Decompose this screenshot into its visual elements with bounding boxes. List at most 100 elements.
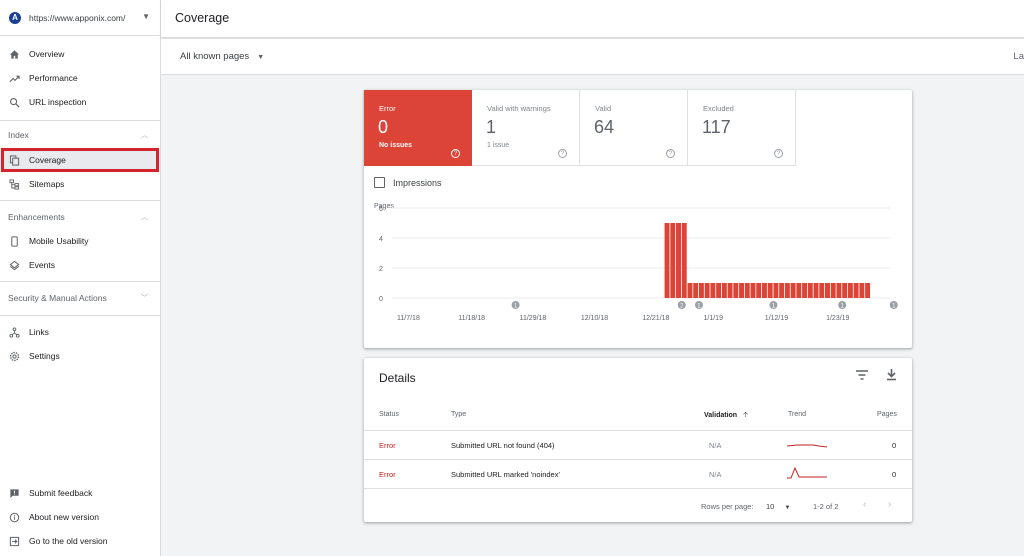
bar[interactable] xyxy=(830,283,836,298)
bar[interactable] xyxy=(750,283,756,298)
bar[interactable] xyxy=(836,283,842,298)
sidebar-item-label: About new version xyxy=(29,512,99,522)
impressions-checkbox[interactable]: Impressions xyxy=(374,177,442,188)
rows-per-page-select[interactable]: 10 ▼ xyxy=(766,502,790,511)
bar[interactable] xyxy=(865,283,871,298)
bar[interactable] xyxy=(716,283,722,298)
stat-label: Valid xyxy=(595,104,612,113)
sidebar-item-events[interactable]: Events xyxy=(0,253,160,277)
caret-down-icon: ▼ xyxy=(784,505,791,511)
y-tick-label: 6 xyxy=(379,206,383,213)
sidebar-item-performance[interactable]: Performance xyxy=(0,66,160,90)
chevron-up-icon: ︿ xyxy=(141,132,148,139)
column-pages: Pages xyxy=(877,411,897,418)
help-icon[interactable]: ? xyxy=(451,149,460,158)
sidebar-item-about-new-version[interactable]: About new version xyxy=(0,505,160,529)
highlight-box xyxy=(1,148,159,172)
help-icon[interactable]: ? xyxy=(666,149,675,158)
y-axis-title: Pages xyxy=(374,203,394,210)
sidebar-item-url-inspection[interactable]: URL inspection xyxy=(0,90,160,114)
sidebar-item-overview[interactable]: Overview xyxy=(0,42,160,66)
row-pages: 0 xyxy=(892,470,897,479)
bar[interactable] xyxy=(784,283,790,298)
feedback-icon xyxy=(10,488,19,498)
filter-icon[interactable] xyxy=(856,370,868,380)
column-validation[interactable]: Validation 🡡 xyxy=(704,411,748,422)
section-index[interactable]: Index ︿ xyxy=(0,123,160,147)
stat-label: Error xyxy=(379,104,396,113)
stat-sub: No issues xyxy=(379,142,413,149)
bar[interactable] xyxy=(813,283,819,298)
bar[interactable] xyxy=(802,283,808,298)
stat-value: 0 xyxy=(378,117,389,137)
dropdown-label: All known pages xyxy=(180,51,250,62)
bar[interactable] xyxy=(807,283,813,298)
stat-valid-with-warnings[interactable]: Valid with warnings 1 1 issue ? xyxy=(472,90,580,166)
bar[interactable] xyxy=(819,283,825,298)
bar[interactable] xyxy=(687,283,693,298)
sidebar-item-mobile-usability[interactable]: Mobile Usability xyxy=(0,229,160,253)
download-icon[interactable] xyxy=(886,369,897,381)
help-icon[interactable]: ? xyxy=(558,149,567,158)
bar[interactable] xyxy=(790,283,796,298)
bar[interactable] xyxy=(825,283,830,298)
bar[interactable] xyxy=(664,223,670,298)
bar[interactable] xyxy=(853,283,859,298)
table-row[interactable]: Error Submitted URL marked 'noindex' N/A… xyxy=(364,459,912,488)
bar[interactable] xyxy=(670,223,676,298)
section-security[interactable]: Security & Manual Actions ﹀ xyxy=(0,286,160,310)
bar[interactable] xyxy=(721,283,727,298)
bar[interactable] xyxy=(847,283,853,298)
property-selector[interactable]: A https://www.apponix.com/ ▼ xyxy=(0,0,160,36)
last-updated-text: La xyxy=(1013,51,1024,62)
bar[interactable] xyxy=(676,223,681,298)
bar[interactable] xyxy=(693,283,699,298)
bar[interactable] xyxy=(842,283,848,298)
caret-down-icon: ▼ xyxy=(257,54,265,61)
bar[interactable] xyxy=(704,283,710,298)
bar[interactable] xyxy=(796,283,802,298)
sidebar-item-links[interactable]: Links xyxy=(0,320,160,344)
column-validation-label: Validation xyxy=(704,412,738,419)
bar[interactable] xyxy=(767,283,773,298)
sidebar-item-label: Sitemaps xyxy=(29,179,65,189)
bar[interactable] xyxy=(859,283,865,298)
prev-page-icon[interactable]: ‹ xyxy=(863,499,866,510)
table-footer: Rows per page: 10 ▼ 1-2 of 2 ‹ › xyxy=(364,488,912,522)
phone-icon xyxy=(11,235,18,247)
bar[interactable] xyxy=(681,223,687,298)
bar[interactable] xyxy=(773,283,779,298)
bar[interactable] xyxy=(710,283,716,298)
sidebar-item-old-version[interactable]: Go to the old version xyxy=(0,529,160,553)
bar[interactable] xyxy=(727,283,733,298)
x-tick-label: 1/12/19 xyxy=(765,315,788,322)
sitemap-icon xyxy=(9,178,20,190)
sidebar-item-submit-feedback[interactable]: Submit feedback xyxy=(0,481,160,505)
bar[interactable] xyxy=(739,283,744,298)
checkbox-icon xyxy=(374,177,385,188)
next-page-icon[interactable]: › xyxy=(888,499,891,510)
stat-valid[interactable]: Valid 64 ? xyxy=(580,90,688,166)
pages-filter-dropdown[interactable]: All known pages ▼ xyxy=(180,51,264,62)
stat-excluded[interactable]: Excluded 117 ? xyxy=(688,90,796,166)
table-row[interactable]: Error Submitted URL not found (404) N/A … xyxy=(364,430,912,459)
filter-bar: All known pages ▼ La xyxy=(161,39,1024,75)
coverage-summary-card: Error 0 No issues ? Valid with warnings … xyxy=(364,90,912,348)
row-status: Error xyxy=(379,470,396,479)
help-icon[interactable]: ? xyxy=(774,149,783,158)
bar[interactable] xyxy=(698,283,704,298)
sidebar-item-sitemaps[interactable]: Sitemaps xyxy=(0,172,160,196)
bar[interactable] xyxy=(779,283,785,298)
x-tick-label: 12/10/18 xyxy=(581,315,608,322)
chevron-up-icon: ︿ xyxy=(141,214,148,221)
stat-sub: 1 issue xyxy=(487,142,510,149)
section-enhancements[interactable]: Enhancements ︿ xyxy=(0,205,160,229)
bar[interactable] xyxy=(733,283,739,298)
info-icon xyxy=(9,512,20,522)
sidebar-item-label: Performance xyxy=(29,73,78,83)
bar[interactable] xyxy=(756,283,762,298)
stat-error[interactable]: Error 0 No issues ? xyxy=(364,90,472,166)
bar[interactable] xyxy=(761,283,767,298)
bar[interactable] xyxy=(744,283,750,298)
sidebar-item-settings[interactable]: Settings xyxy=(0,344,160,368)
